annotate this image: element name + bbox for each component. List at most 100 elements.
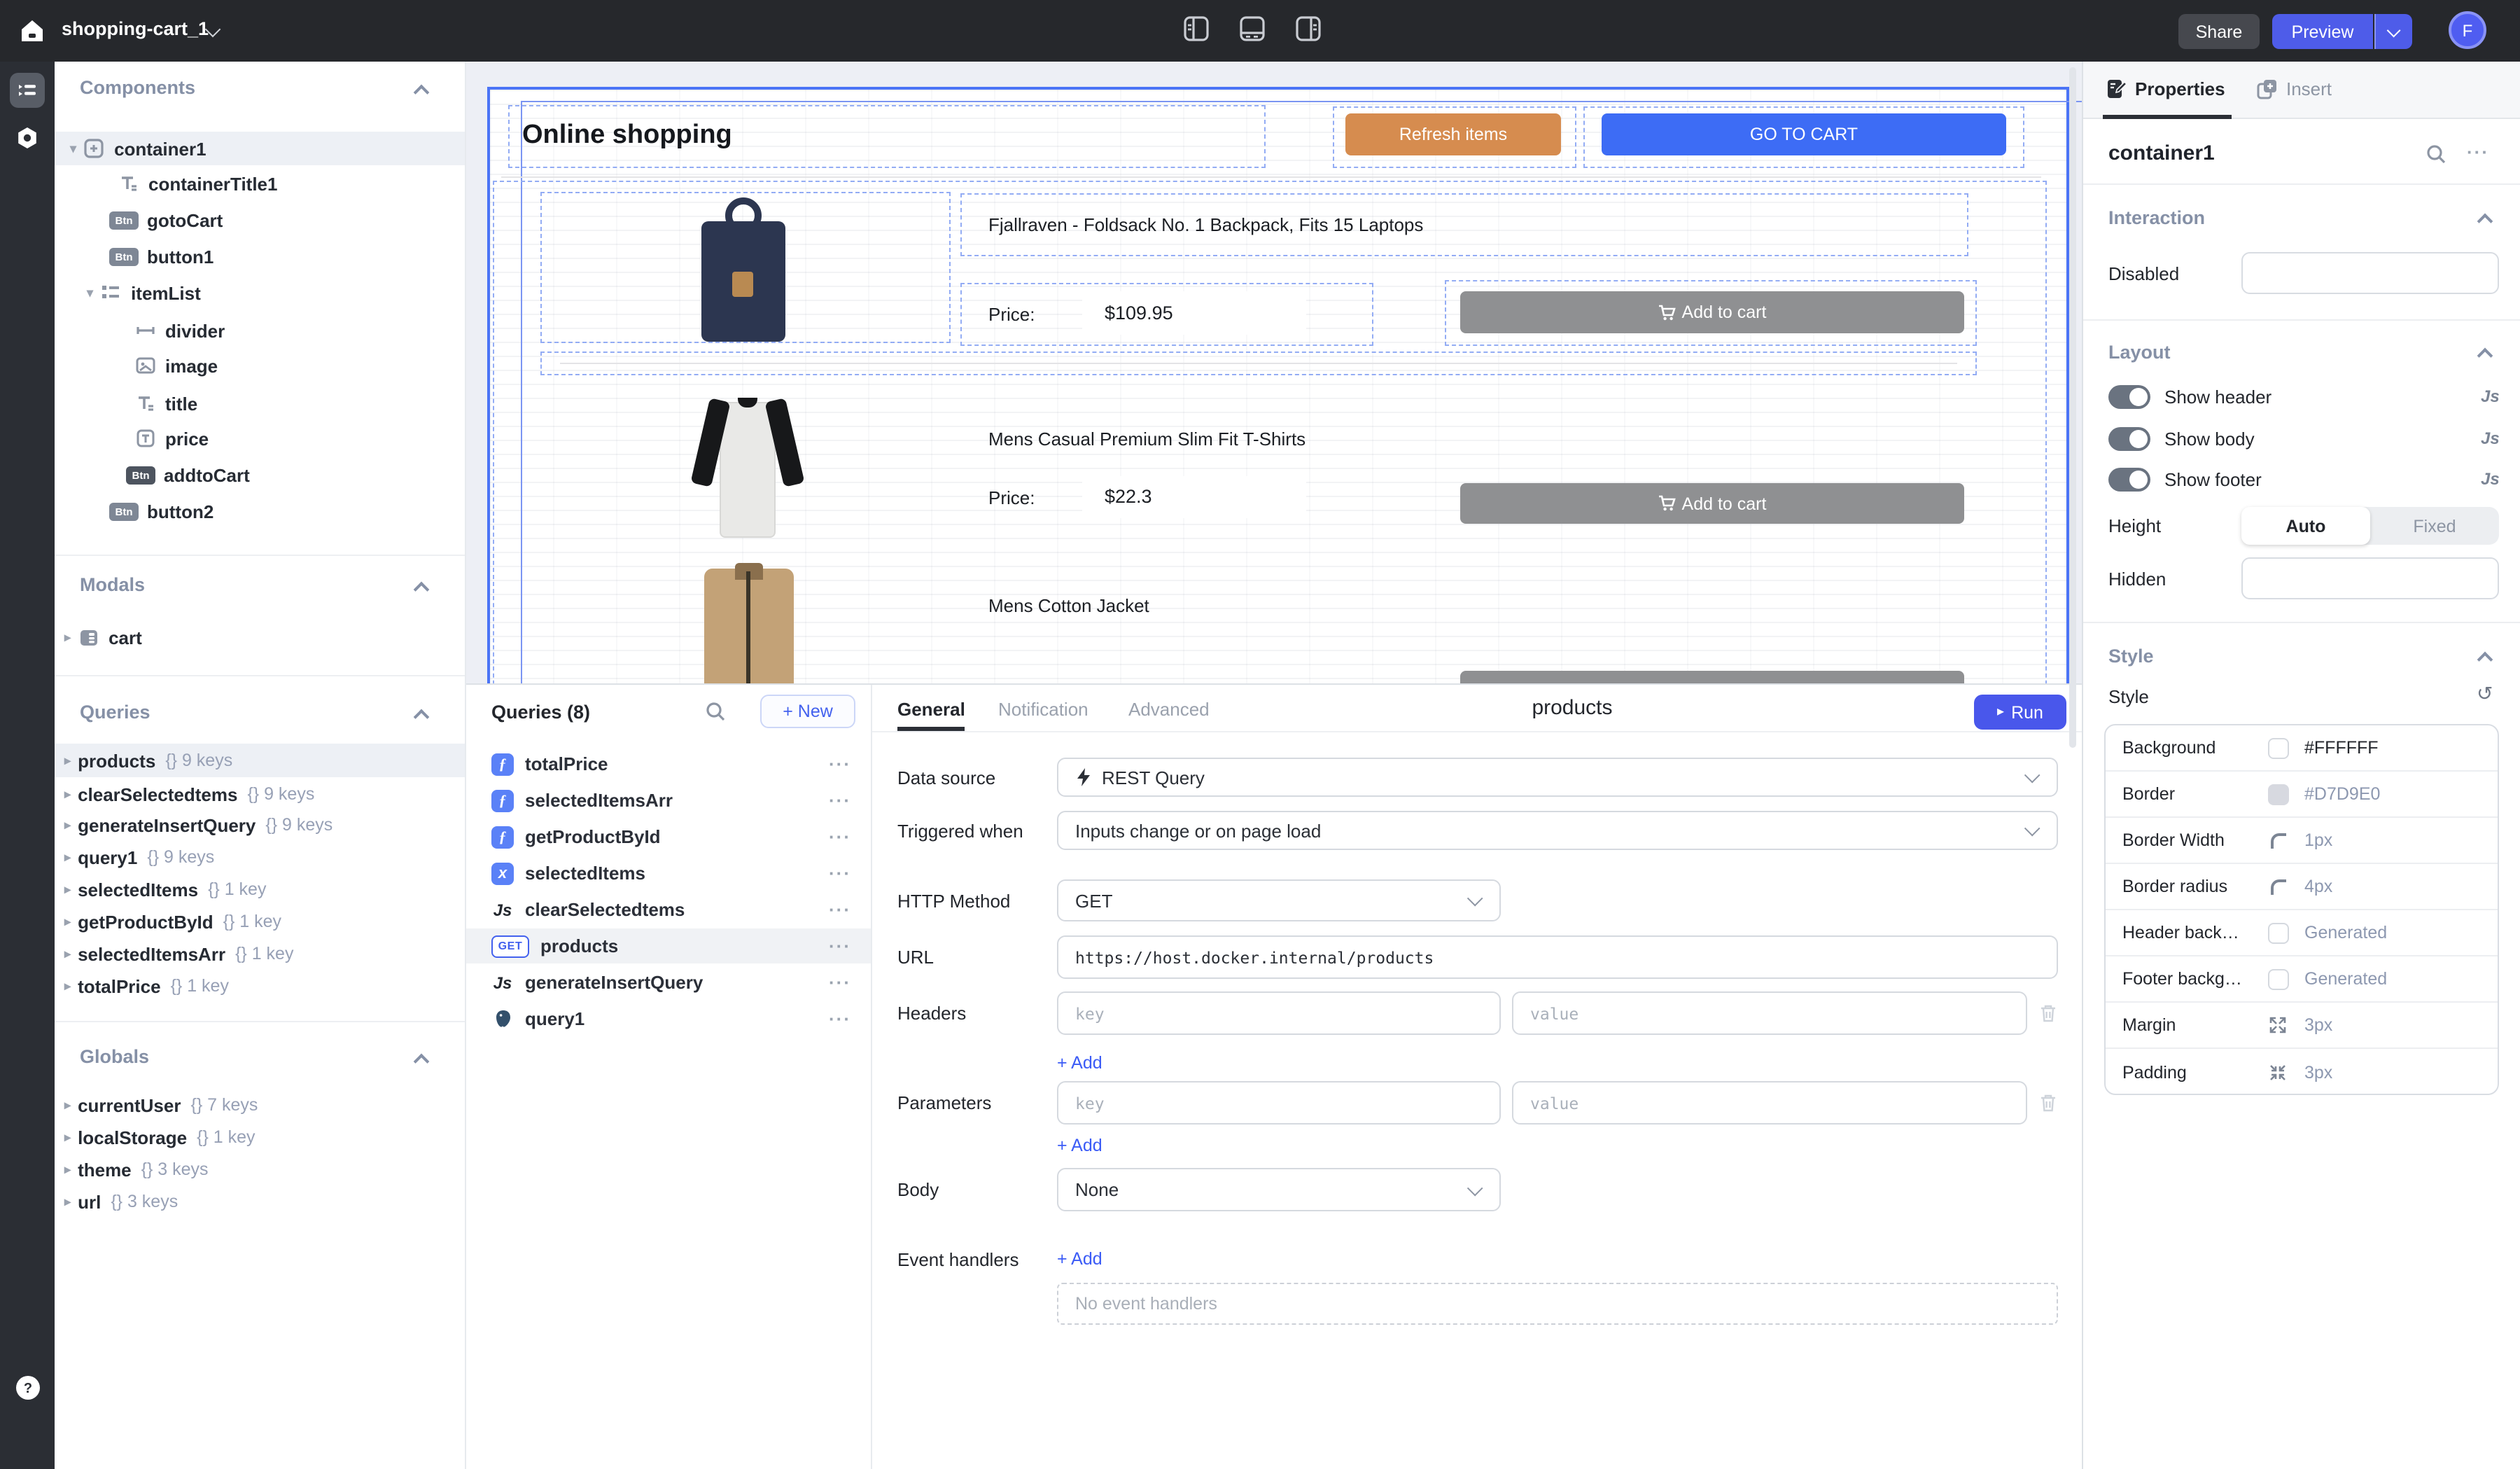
toggle-left-panel-icon[interactable] <box>1183 15 1210 42</box>
global-localstorage[interactable]: ▸ localStorage {} 1 key <box>55 1120 465 1154</box>
canvas-area[interactable]: Online shopping Refresh items GO TO CART… <box>466 62 2082 683</box>
background-color-swatch[interactable] <box>2267 737 2288 758</box>
query-list-item-products[interactable]: GET products ··· <box>466 928 871 963</box>
tab-insert[interactable]: Insert <box>2257 78 2332 99</box>
http-method-select[interactable]: GET <box>1057 879 1501 921</box>
tab-properties[interactable]: Properties <box>2106 78 2225 99</box>
tree-item-image[interactable]: image <box>55 349 465 382</box>
style-row-value[interactable]: 4px <box>2304 877 2332 896</box>
add-to-cart-button-3[interactable] <box>1460 671 1964 683</box>
show-header-toggle[interactable] <box>2108 385 2150 409</box>
caret-down-icon[interactable]: ▾ <box>87 285 93 300</box>
delete-header-icon[interactable] <box>2038 1003 2058 1024</box>
tree-item-addtocart[interactable]: Btn addtoCart <box>55 458 465 492</box>
sidebar-query-generateinsertquery[interactable]: ▸ generateInsertQuery {} 9 keys <box>55 808 465 842</box>
home-button[interactable] <box>14 13 50 49</box>
query-list-item-clearselectedtems[interactable]: Js clearSelectedtems ··· <box>466 892 871 927</box>
style-row-border-radius[interactable]: Border radius 4px <box>2106 864 2498 910</box>
footer-background-swatch[interactable] <box>2267 968 2288 989</box>
pages-panel-button[interactable] <box>10 73 45 108</box>
app-name[interactable]: shopping-cart_1 <box>62 18 209 39</box>
refresh-items-button[interactable]: Refresh items <box>1345 113 1561 155</box>
query-options-icon[interactable]: ··· <box>829 972 851 993</box>
style-row-value[interactable]: Generated <box>2304 923 2387 942</box>
header-key-input[interactable] <box>1057 991 1501 1035</box>
disabled-input[interactable] <box>2241 252 2499 294</box>
settings-button[interactable] <box>10 120 45 155</box>
style-collapse-chevron-icon[interactable] <box>2477 652 2493 668</box>
tab-notification[interactable]: Notification <box>998 699 1088 720</box>
style-row-border[interactable]: Border #D7D9E0 <box>2106 772 2498 818</box>
style-row-footer-background[interactable]: Footer backg… Generated <box>2106 956 2498 1003</box>
sidebar-query-query1[interactable]: ▸ query1 {} 9 keys <box>55 840 465 874</box>
properties-options-icon[interactable]: ··· <box>2467 141 2489 162</box>
caret-right-icon[interactable]: ▸ <box>64 1162 71 1177</box>
style-row-value[interactable]: Generated <box>2304 969 2387 989</box>
new-query-button[interactable]: + New <box>760 695 855 728</box>
add-event-handler-link[interactable]: + Add <box>1057 1249 1102 1269</box>
js-toggle-icon[interactable]: Js <box>2481 429 2500 448</box>
tab-general[interactable]: General <box>897 699 965 720</box>
run-button[interactable]: ▸ Run <box>1974 695 2066 730</box>
caret-right-icon[interactable]: ▸ <box>64 882 71 897</box>
style-row-value[interactable]: 1px <box>2304 830 2332 850</box>
sidebar-query-products[interactable]: ▸ products {} 9 keys <box>55 744 465 777</box>
query-options-icon[interactable]: ··· <box>829 790 851 811</box>
user-avatar[interactable]: F <box>2449 11 2486 49</box>
caret-right-icon[interactable]: ▸ <box>64 914 71 929</box>
help-button[interactable]: ? <box>10 1370 45 1405</box>
query-list-item-getproductbyid[interactable]: ƒ getProductById ··· <box>466 819 871 854</box>
go-to-cart-button[interactable]: GO TO CART <box>1602 113 2006 155</box>
show-footer-toggle[interactable] <box>2108 468 2150 492</box>
style-row-background[interactable]: Background #FFFFFF <box>2106 725 2498 772</box>
global-currentuser[interactable]: ▸ currentUser {} 7 keys <box>55 1088 465 1122</box>
caret-right-icon[interactable]: ▸ <box>64 1097 71 1113</box>
tree-item-cart-modal[interactable]: ▸ cart <box>55 620 465 654</box>
components-collapse-chevron-icon[interactable] <box>414 85 430 101</box>
data-source-select[interactable]: REST Query <box>1057 758 2058 797</box>
style-row-value[interactable]: 3px <box>2304 1062 2332 1082</box>
query-list-item-selecteditems[interactable]: x selectedItems ··· <box>466 856 871 891</box>
parameter-value-input[interactable] <box>1512 1081 2027 1125</box>
js-toggle-icon[interactable]: Js <box>2481 469 2500 489</box>
caret-right-icon[interactable]: ▸ <box>64 786 71 802</box>
style-row-value[interactable]: #FFFFFF <box>2304 738 2379 758</box>
caret-right-icon[interactable]: ▸ <box>64 1129 71 1145</box>
hidden-input[interactable] <box>2241 557 2499 599</box>
border-color-swatch[interactable] <box>2267 784 2288 805</box>
tree-item-divider[interactable]: divider <box>55 314 465 347</box>
body-select[interactable]: None <box>1057 1168 1501 1211</box>
query-list-item-query1[interactable]: query1 ··· <box>466 1001 871 1036</box>
tree-item-price[interactable]: price <box>55 422 465 455</box>
style-row-header-background[interactable]: Header back… Generated <box>2106 910 2498 956</box>
caret-right-icon[interactable]: ▸ <box>64 753 71 768</box>
query-options-icon[interactable]: ··· <box>829 899 851 920</box>
query-options-icon[interactable]: ··· <box>829 753 851 774</box>
triggered-when-select[interactable]: Inputs change or on page load <box>1057 811 2058 850</box>
caret-right-icon[interactable]: ▸ <box>64 1194 71 1209</box>
add-to-cart-button-2[interactable]: Add to cart <box>1460 483 1964 524</box>
tree-item-button1[interactable]: Btn button1 <box>55 239 465 273</box>
canvas-scrollbar[interactable] <box>2069 67 2076 748</box>
sidebar-query-totalprice[interactable]: ▸ totalPrice {} 1 key <box>55 969 465 1003</box>
show-body-toggle[interactable] <box>2108 427 2150 451</box>
modals-collapse-chevron-icon[interactable] <box>414 582 430 598</box>
preview-button[interactable]: Preview <box>2272 14 2373 49</box>
tree-item-container1[interactable]: ▾ container1 <box>55 132 465 165</box>
tab-advanced[interactable]: Advanced <box>1128 699 1210 720</box>
query-list-item-generateinsertquery[interactable]: Js generateInsertQuery ··· <box>466 965 871 1000</box>
caret-right-icon[interactable]: ▸ <box>64 946 71 961</box>
tree-item-gotocart[interactable]: Btn gotoCart <box>55 203 465 237</box>
caret-right-icon[interactable]: ▸ <box>64 978 71 994</box>
tree-item-itemlist[interactable]: ▾ itemList <box>55 276 465 309</box>
height-auto-option[interactable]: Auto <box>2241 507 2370 545</box>
js-toggle-icon[interactable]: Js <box>2481 387 2500 406</box>
style-row-margin[interactable]: Margin 3px <box>2106 1003 2498 1049</box>
add-to-cart-button-1[interactable]: Add to cart <box>1460 291 1964 333</box>
add-header-link[interactable]: + Add <box>1057 1053 1102 1073</box>
layout-collapse-chevron-icon[interactable] <box>2477 348 2493 364</box>
style-row-padding[interactable]: Padding 3px <box>2106 1049 2498 1095</box>
url-input[interactable]: https://host.docker.internal/products <box>1057 935 2058 979</box>
tree-item-containertitle1[interactable]: containerTitle1 <box>55 167 465 200</box>
preview-dropdown-button[interactable] <box>2374 14 2412 49</box>
